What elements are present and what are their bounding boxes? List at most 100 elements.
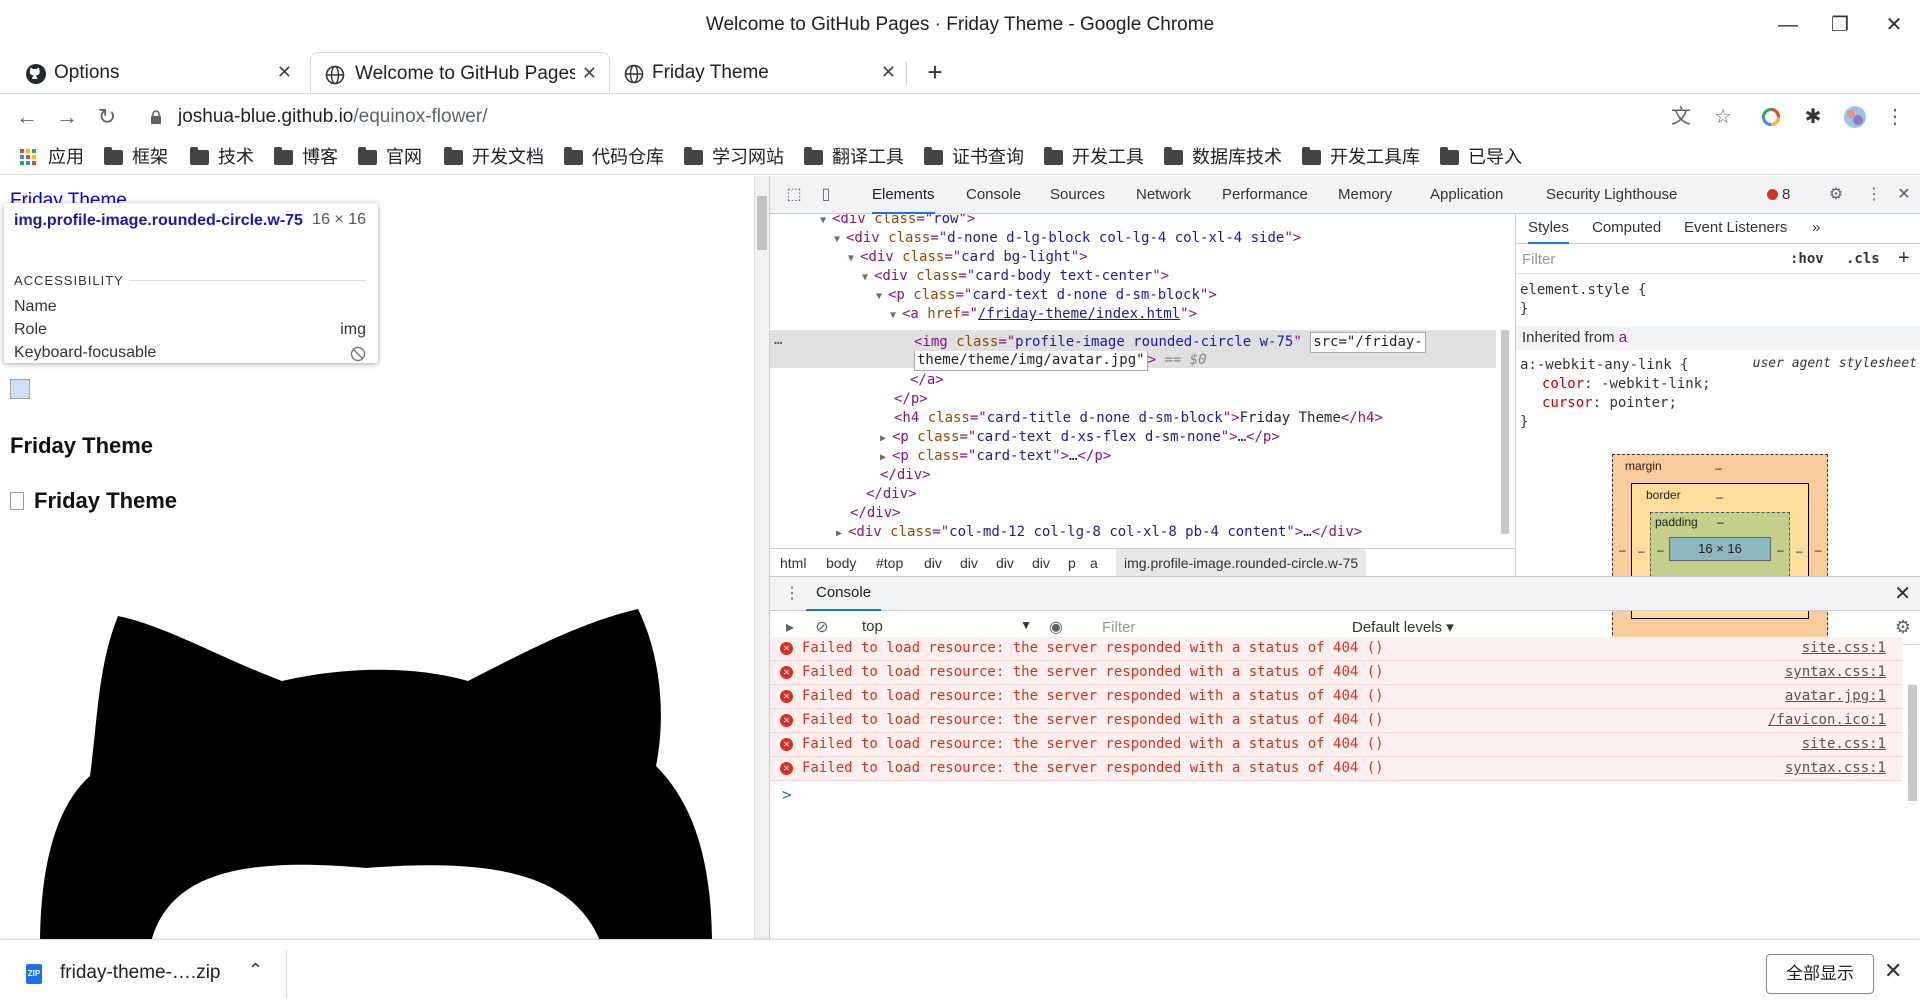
breadcrumb-item[interactable]: div bbox=[1032, 549, 1050, 577]
chevron-up-icon[interactable]: ⌃ bbox=[248, 960, 263, 981]
source-link[interactable]: site.css:1 bbox=[1802, 637, 1886, 659]
elements-tree[interactable]: … ▼ <div class="row"> ▼ <div class="d-none… bbox=[770, 214, 1515, 548]
breadcrumb-item[interactable]: div bbox=[996, 549, 1014, 577]
bookmark-folder[interactable]: 代码仓库 bbox=[564, 143, 664, 171]
close-window-button[interactable]: ✕ bbox=[1874, 10, 1914, 40]
bookmark-folder[interactable]: 框架 bbox=[104, 143, 168, 171]
devtools-tab-lighthouse[interactable]: Lighthouse bbox=[1604, 176, 1677, 214]
devtools-tab-network[interactable]: Network bbox=[1136, 176, 1191, 214]
more-tabs-icon[interactable]: » bbox=[1812, 214, 1820, 244]
devtools-tab-console[interactable]: Console bbox=[966, 176, 1021, 214]
log-levels-dropdown[interactable]: Default levels ▾ bbox=[1352, 618, 1454, 636]
error-count-badge[interactable]: 8 bbox=[1767, 176, 1790, 214]
bookmark-folder[interactable]: 官网 bbox=[358, 143, 422, 171]
forward-icon[interactable]: → bbox=[52, 102, 82, 132]
bookmark-folder[interactable]: 翻译工具 bbox=[804, 143, 904, 171]
css-declaration[interactable]: color: -webkit-link; bbox=[1542, 375, 1711, 394]
avatar[interactable] bbox=[1840, 102, 1870, 132]
puzzle-icon[interactable]: ✱ bbox=[1798, 102, 1828, 132]
devtools-tab-application[interactable]: Application bbox=[1430, 176, 1503, 214]
tab-label: Welcome to GitHub Pages bbox=[355, 63, 575, 84]
devtools-tab-elements[interactable]: Elements bbox=[872, 176, 935, 214]
element-style-rule[interactable]: element.style { bbox=[1520, 281, 1646, 300]
elements-scroll-thumb[interactable] bbox=[1501, 330, 1509, 534]
devtools-tab-memory[interactable]: Memory bbox=[1338, 176, 1392, 214]
console-settings-icon[interactable]: ⚙ bbox=[1895, 617, 1911, 638]
bookmark-folder[interactable]: 开发文档 bbox=[444, 143, 544, 171]
bookmark-folder[interactable]: 数据库技术 bbox=[1164, 143, 1282, 171]
extension-circle-icon[interactable] bbox=[1756, 102, 1786, 132]
close-devtools-icon[interactable]: ✕ bbox=[1894, 185, 1914, 205]
reload-icon[interactable]: ↻ bbox=[92, 102, 122, 132]
devtools-menu-icon[interactable]: ⋮ bbox=[1864, 185, 1884, 205]
elements-scrollbar[interactable] bbox=[1498, 214, 1512, 548]
tab-computed[interactable]: Computed bbox=[1592, 214, 1661, 244]
page-scroll-thumb[interactable] bbox=[757, 196, 767, 250]
source-link[interactable]: avatar.jpg:1 bbox=[1785, 685, 1886, 707]
tab-event-listeners[interactable]: Event Listeners bbox=[1684, 214, 1787, 244]
devtools-tab-sources[interactable]: Sources bbox=[1050, 176, 1105, 214]
tab-close-icon[interactable]: ✕ bbox=[582, 53, 597, 94]
minimize-button[interactable]: — bbox=[1768, 10, 1808, 40]
box-model-content[interactable]: 16 × 16 bbox=[1669, 537, 1771, 561]
bookmark-folder[interactable]: 开发工具 bbox=[1044, 143, 1144, 171]
bookmark-folder[interactable]: 技术 bbox=[190, 143, 254, 171]
source-link[interactable]: syntax.css:1 bbox=[1785, 757, 1886, 779]
breadcrumb-item-active[interactable]: img.profile-image.rounded-circle.w-75 bbox=[1116, 549, 1367, 577]
node-actions-ellipsis[interactable]: … bbox=[774, 332, 782, 348]
show-all-downloads-button[interactable]: 全部显示 bbox=[1766, 954, 1874, 994]
drawer-tab-console[interactable]: Console bbox=[806, 577, 882, 611]
console-scroll-thumb[interactable] bbox=[1908, 685, 1917, 801]
live-expression-eye-icon[interactable]: ◉ bbox=[1046, 618, 1066, 638]
console-prompt[interactable]: > bbox=[782, 785, 792, 804]
new-tab-button[interactable]: + bbox=[920, 52, 950, 93]
breadcrumb-item[interactable]: div bbox=[924, 549, 942, 577]
close-download-bar-icon[interactable]: ✕ bbox=[1884, 958, 1902, 984]
menu-icon[interactable]: ⋮ bbox=[1880, 102, 1910, 132]
download-file-name[interactable]: friday-theme-….zip bbox=[60, 962, 221, 984]
breadcrumb-item[interactable]: #top bbox=[876, 549, 903, 577]
restore-button[interactable]: ❐ bbox=[1820, 10, 1860, 40]
translate-icon[interactable]: 文 bbox=[1666, 102, 1696, 132]
bookmark-folder[interactable]: 证书查询 bbox=[924, 143, 1024, 171]
tab-options[interactable]: Options ✕ bbox=[0, 52, 304, 93]
breadcrumb-item[interactable]: p bbox=[1068, 549, 1076, 577]
hov-toggle[interactable]: :hov bbox=[1790, 251, 1824, 267]
tab-styles[interactable]: Styles bbox=[1528, 214, 1569, 244]
devtools-tab-performance[interactable]: Performance bbox=[1222, 176, 1308, 214]
ua-rule-selector[interactable]: a:-webkit-any-link { bbox=[1520, 356, 1689, 375]
source-link[interactable]: /favicon.ico:1 bbox=[1768, 709, 1886, 731]
tab-close-icon[interactable]: ✕ bbox=[881, 52, 896, 93]
bookmark-folder[interactable]: 开发工具库 bbox=[1302, 143, 1420, 171]
star-icon[interactable]: ☆ bbox=[1708, 102, 1738, 132]
tab-close-icon[interactable]: ✕ bbox=[277, 52, 292, 93]
tab-welcome[interactable]: Welcome to GitHub Pages ✕ bbox=[310, 52, 610, 93]
new-style-rule-icon[interactable]: + bbox=[1898, 247, 1910, 270]
bookmark-folder[interactable]: 学习网站 bbox=[684, 143, 784, 171]
show-sidebar-icon[interactable]: ▸ bbox=[780, 618, 800, 638]
device-toolbar-icon[interactable]: ▯ bbox=[816, 185, 836, 205]
bookmark-folder[interactable]: 已导入 bbox=[1440, 143, 1522, 171]
cls-toggle[interactable]: .cls bbox=[1846, 251, 1880, 267]
breadcrumb-item[interactable]: div bbox=[960, 549, 978, 577]
tab-friday-theme[interactable]: Friday Theme ✕ bbox=[612, 52, 908, 93]
drawer-menu-icon[interactable]: ⋮ bbox=[784, 583, 800, 603]
context-selector[interactable]: top ▼ bbox=[862, 618, 1032, 638]
page-scrollbar[interactable] bbox=[755, 176, 769, 939]
breadcrumb-item[interactable]: html bbox=[780, 549, 806, 577]
devtools-tab-security[interactable]: Security bbox=[1546, 176, 1600, 214]
styles-filter-input[interactable]: Filter bbox=[1522, 251, 1555, 268]
settings-gear-icon[interactable]: ⚙ bbox=[1826, 185, 1846, 205]
bookmark-folder[interactable]: 博客 bbox=[274, 143, 338, 171]
close-drawer-icon[interactable]: ✕ bbox=[1894, 581, 1911, 606]
source-link[interactable]: site.css:1 bbox=[1802, 733, 1886, 755]
css-declaration[interactable]: cursor: pointer; bbox=[1542, 394, 1677, 413]
console-scrollbar[interactable] bbox=[1905, 645, 1919, 935]
inspect-element-icon[interactable]: ⬚ bbox=[784, 185, 804, 205]
source-link[interactable]: syntax.css:1 bbox=[1785, 661, 1886, 683]
bookmark-apps[interactable]: 应用 bbox=[20, 143, 84, 171]
breadcrumb-item[interactable]: body bbox=[826, 549, 856, 577]
back-icon[interactable]: ← bbox=[12, 102, 42, 132]
breadcrumb-item[interactable]: a bbox=[1090, 549, 1098, 577]
clear-console-icon[interactable]: ⊘ bbox=[812, 618, 832, 638]
